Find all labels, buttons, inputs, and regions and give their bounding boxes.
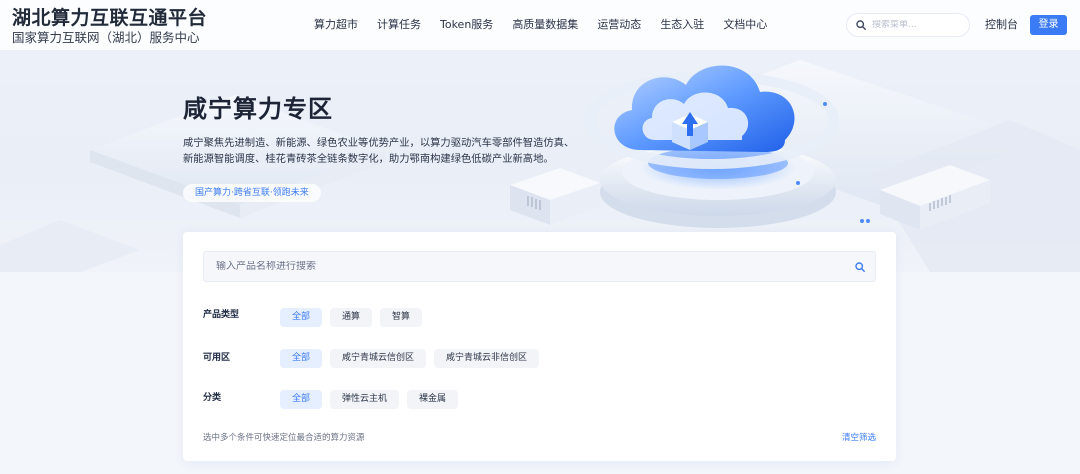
chip-elastic-cloud-host[interactable]: 弹性云主机 [330,390,400,409]
chip-ai-compute[interactable]: 智算 [380,308,423,327]
brand-subtitle: 国家算力互联网（湖北）服务中心 [12,30,200,45]
login-button[interactable]: 登录 [1030,15,1067,35]
nav-item-ecosystem[interactable]: 生态入驻 [660,17,704,33]
product-search-input[interactable] [204,261,845,272]
nav-item-compute-market[interactable]: 算力超市 [314,17,358,33]
nav-item-datasets[interactable]: 高质量数据集 [512,17,578,33]
nav-item-compute-tasks[interactable]: 计算任务 [377,17,421,33]
brand-title: 湖北算力互联互通平台 [12,7,208,29]
hero-title: 咸宁算力专区 [183,95,333,123]
filter-row-zone: 可用区 全部 咸宁青城云信创区 咸宁青城云非信创区 [203,349,547,368]
filter-label: 产品类型 [203,310,240,320]
menu-search[interactable] [846,13,970,37]
search-icon [856,20,866,30]
chip-all[interactable]: 全部 [280,390,323,409]
nav-item-token-service[interactable]: Token服务 [440,17,493,33]
clear-filters-link[interactable]: 清空筛选 [842,431,876,443]
brand[interactable]: 湖北算力互联互通平台 国家算力互联网（湖北）服务中心 [12,7,207,46]
chip-zone-xinchuang[interactable]: 咸宁青城云信创区 [330,349,427,368]
filter-row-product-type: 产品类型 全部 通算 智算 [203,308,430,327]
filter-label: 可用区 [203,353,231,363]
filter-row-category: 分类 全部 弹性云主机 裸金属 [203,390,466,409]
main-nav: 算力超市 计算任务 Token服务 高质量数据集 运营动态 生态入驻 文档中心 [314,17,786,33]
menu-search-input[interactable] [872,20,962,30]
chip-general-compute[interactable]: 通算 [330,308,373,327]
product-search-box[interactable] [203,251,876,282]
console-link[interactable]: 控制台 [985,18,1018,32]
nav-item-docs[interactable]: 文档中心 [723,17,767,33]
search-icon[interactable] [845,252,875,282]
product-filter-card: 产品类型 全部 通算 智算 可用区 全部 咸宁青城云信创区 咸宁青城云非信创区 … [183,232,896,461]
chip-all[interactable]: 全部 [280,308,323,327]
filter-label: 分类 [203,393,222,403]
top-header: 湖北算力互联互通平台 国家算力互联网（湖北）服务中心 算力超市 计算任务 Tok… [0,0,1080,50]
chip-zone-non-xinchuang[interactable]: 咸宁青城云非信创区 [434,349,540,368]
nav-item-operations-news[interactable]: 运营动态 [597,17,641,33]
hero-tag: 国产算力·跨省互联·领跑未来 [183,184,321,202]
chip-bare-metal[interactable]: 裸金属 [407,390,459,409]
filter-hint: 选中多个条件可快速定位最合适的算力资源 [203,433,365,443]
hero-description: 咸宁聚焦先进制造、新能源、绿色农业等优势产业，以算力驱动汽车零部件智造仿真、新能… [183,137,575,165]
chip-all[interactable]: 全部 [280,349,323,368]
